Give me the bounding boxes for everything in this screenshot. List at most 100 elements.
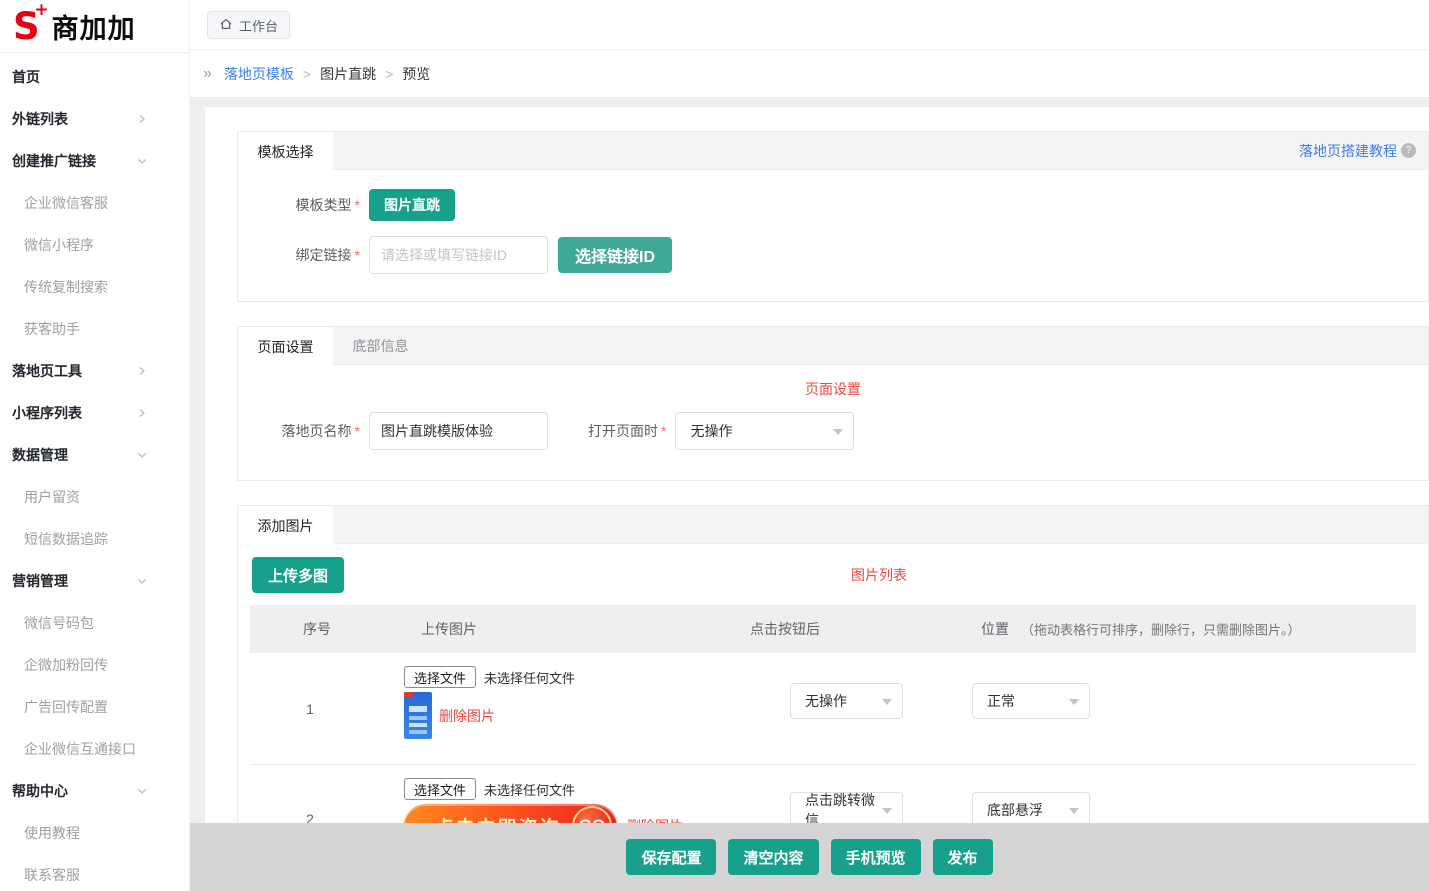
breadcrumb-collapse-icon: » [203,65,212,83]
chevron-right-icon [137,408,147,418]
sidebar-item-wecom-fans-callback[interactable]: 企微加粉回传 [0,644,189,686]
chevron-down-icon [833,429,843,440]
uploaded-image-thumbnail [404,692,432,739]
required-asterisk: * [355,247,360,263]
brand-name: 商加加 [52,7,136,46]
chevron-down-icon [137,786,147,796]
brand-logo-mark: S+ [13,8,40,45]
sidebar-item-ad-callback-config[interactable]: 广告回传配置 [0,686,189,728]
top-bar: 工作台 [190,0,1429,50]
landing-tutorial-link[interactable]: 落地页搭建教程 ? [1299,132,1428,169]
sidebar-item-create-promo-link[interactable]: 创建推广链接 [0,140,189,182]
workbench-label: 工作台 [239,16,278,35]
sidebar-item-wechat-number-pack[interactable]: 微信号码包 [0,602,189,644]
tab-add-images[interactable]: 添加图片 [238,506,333,545]
images-toolbar: 上传多图 图片列表 [238,544,1428,593]
sidebar-menu: 首页 外链列表 创建推广链接 企业微信客服 微信小程序 传统复制搜索 获客助手 … [0,56,189,891]
header-index: 序号 [303,619,331,639]
position-select[interactable]: 正常 [972,683,1090,719]
required-asterisk: * [355,423,360,439]
breadcrumb-separator: > [303,66,311,82]
required-asterisk: * [355,197,360,213]
page-name-label: 落地页名称* [238,421,360,441]
sidebar-item-wecom-interop-api[interactable]: 企业微信互通接口 [0,728,189,770]
breadcrumb: » 落地页模板 > 图片直跳 > 预览 [190,51,1429,97]
footer-action-bar: 保存配置 清空内容 手机预览 发布 [190,823,1429,891]
tab-page-settings[interactable]: 页面设置 [238,327,333,366]
choose-file-button[interactable]: 选择文件 [404,666,476,688]
required-asterisk: * [661,423,666,439]
template-card-body: 模板类型* 图片直跳 绑定链接* 选择链接ID [238,170,1428,301]
chevron-down-icon [882,699,892,710]
header-after-click: 点击按钮后 [750,619,820,639]
upload-cell: 选择文件 未选择任何文件 删除图片 [404,665,575,739]
tab-template-select[interactable]: 模板选择 [238,132,333,171]
clear-content-button[interactable]: 清空内容 [728,839,818,875]
page-name-input[interactable] [369,412,548,450]
sidebar-item-home[interactable]: 首页 [0,56,189,98]
breadcrumb-item-preview: 预览 [402,64,430,84]
select-link-id-button[interactable]: 选择链接ID [558,237,672,273]
template-card-tabs: 模板选择 落地页搭建教程 ? [238,132,1428,170]
link-id-input[interactable] [369,236,548,274]
template-select-card: 模板选择 落地页搭建教程 ? 模板类型* 图片直跳 绑定链接* 选择链接ID [237,131,1429,302]
delete-image-link[interactable]: 删除图片 [439,706,495,726]
breadcrumb-item-landing-templates[interactable]: 落地页模板 [224,64,294,84]
sidebar-item-landing-tools[interactable]: 落地页工具 [0,350,189,392]
template-type-row: 模板类型* 图片直跳 [238,189,1428,221]
breadcrumb-item-image-jump[interactable]: 图片直跳 [320,64,376,84]
file-status-text: 未选择任何文件 [484,668,575,687]
header-position: 位置 [981,619,1009,639]
workbench-button[interactable]: 工作台 [207,11,290,39]
sidebar-item-data-management[interactable]: 数据管理 [0,434,189,476]
bind-link-label: 绑定链接* [238,245,360,265]
save-config-button[interactable]: 保存配置 [626,839,716,875]
chevron-right-icon [137,366,147,376]
page-settings-section-title: 页面设置 [238,379,1428,399]
sidebar-item-user-leads[interactable]: 用户留资 [0,476,189,518]
chevron-down-icon [882,808,892,819]
sidebar-item-contact-support[interactable]: 联系客服 [0,854,189,891]
page-card-tabs: 页面设置 底部信息 [238,327,1428,365]
on-open-label: 打开页面时* [588,421,666,441]
tab-bottom-info[interactable]: 底部信息 [333,327,428,364]
chevron-right-icon [137,114,147,124]
help-icon[interactable]: ? [1401,143,1416,158]
sidebar-item-external-links[interactable]: 外链列表 [0,98,189,140]
sidebar-item-wecom-service[interactable]: 企业微信客服 [0,182,189,224]
template-type-label: 模板类型* [238,195,360,215]
brand-plus-icon: + [34,2,48,19]
page-card-body: 页面设置 落地页名称* 打开页面时* 无操作 [238,365,1428,480]
sidebar: S+ 商加加 首页 外链列表 创建推广链接 企业微信客服 微信小程序 传统复制搜… [0,0,190,891]
sidebar-item-help-center[interactable]: 帮助中心 [0,770,189,812]
upload-multi-images-button[interactable]: 上传多图 [252,557,344,593]
file-status-text: 未选择任何文件 [484,780,575,799]
page-settings-card: 页面设置 底部信息 页面设置 落地页名称* 打开页面时* 无操作 [237,326,1429,481]
sidebar-item-customer-helper[interactable]: 获客助手 [0,308,189,350]
sidebar-item-tutorials[interactable]: 使用教程 [0,812,189,854]
home-icon [219,17,233,34]
header-note: （拖动表格行可排序，删除行，只需删除图片。） [1021,620,1301,639]
images-table-header: 序号 上传图片 点击按钮后 位置 （拖动表格行可排序，删除行，只需删除图片。） [250,605,1416,653]
sidebar-item-wechat-miniprogram[interactable]: 微信小程序 [0,224,189,266]
sidebar-item-sms-tracking[interactable]: 短信数据追踪 [0,518,189,560]
image-table-row: 1 选择文件 未选择任何文件 删除图片 无操作 [250,653,1416,765]
after-click-select[interactable]: 无操作 [790,683,903,719]
sidebar-item-marketing[interactable]: 营销管理 [0,560,189,602]
sidebar-item-miniprogram-list[interactable]: 小程序列表 [0,392,189,434]
mobile-preview-button[interactable]: 手机预览 [831,839,921,875]
chevron-down-icon [137,450,147,460]
publish-button[interactable]: 发布 [933,839,993,875]
page-name-row: 落地页名称* 打开页面时* 无操作 [238,412,1428,450]
bind-link-row: 绑定链接* 选择链接ID [238,236,1428,274]
on-open-select[interactable]: 无操作 [675,412,854,450]
images-card-tabs: 添加图片 [238,506,1428,544]
image-list-title: 图片列表 [344,565,1414,585]
template-type-badge: 图片直跳 [369,189,455,221]
choose-file-button[interactable]: 选择文件 [404,778,476,800]
sidebar-item-copy-search[interactable]: 传统复制搜索 [0,266,189,308]
chevron-down-icon [1069,808,1079,819]
row-index: 1 [250,701,370,717]
chevron-down-icon [137,156,147,166]
main-content: 模板选择 落地页搭建教程 ? 模板类型* 图片直跳 绑定链接* 选择链接ID [190,97,1429,891]
